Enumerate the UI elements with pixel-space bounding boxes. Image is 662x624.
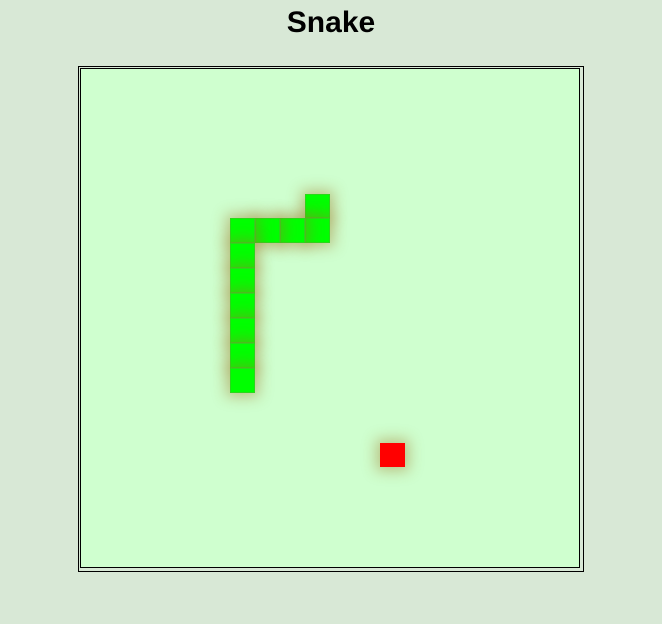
snake-segment (230, 268, 256, 294)
food-pellet (379, 442, 405, 468)
snake-segment (280, 218, 306, 244)
snake-segment (230, 293, 256, 318)
snake-segment (230, 218, 256, 244)
snake-segment (230, 243, 256, 269)
snake-segment (230, 367, 256, 393)
snake-head (305, 193, 330, 219)
snake-segment (255, 218, 281, 244)
snake-segment (230, 318, 256, 343)
snake-segment (305, 218, 330, 244)
snake-segment (230, 342, 256, 368)
game-board-frame (78, 66, 584, 572)
page-title: Snake (286, 6, 376, 39)
game-board[interactable] (80, 68, 580, 568)
